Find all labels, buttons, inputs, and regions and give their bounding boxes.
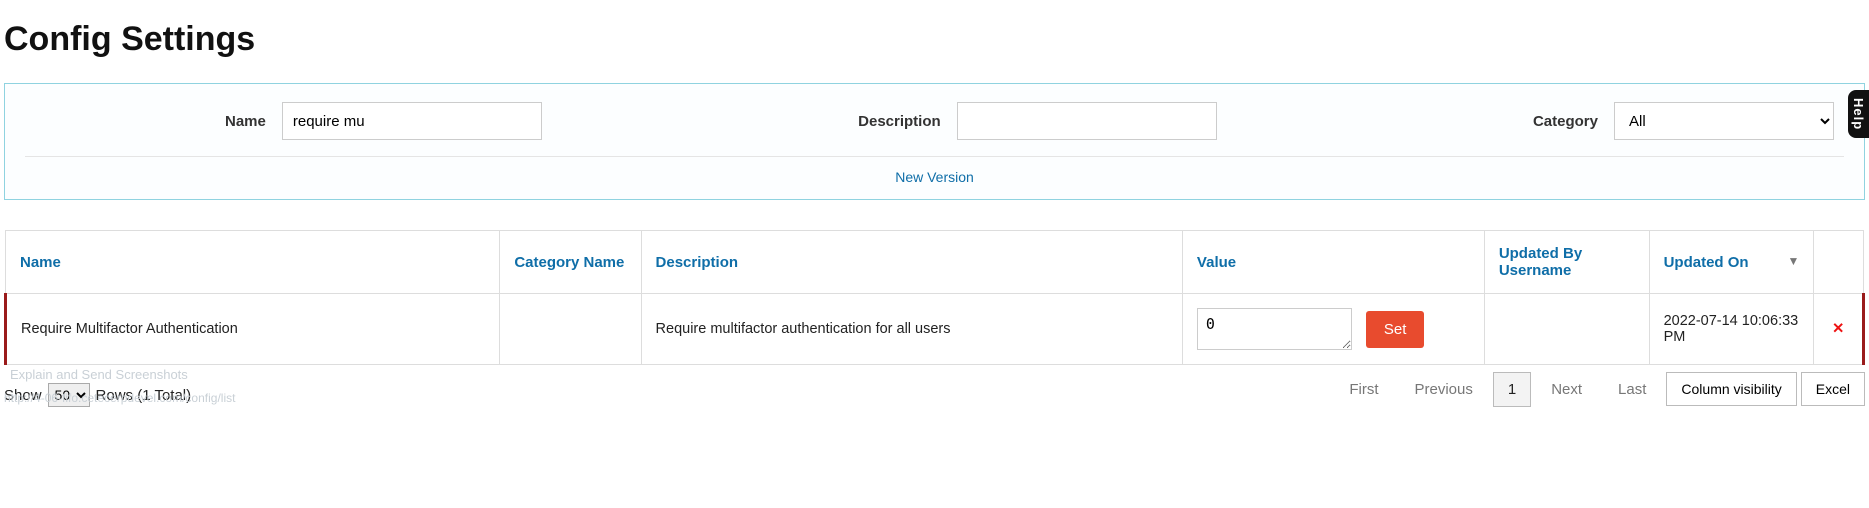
description-filter-input[interactable] <box>957 102 1217 140</box>
col-header-updated-on[interactable]: Updated On ▼ <box>1649 231 1814 294</box>
pager-next[interactable]: Next <box>1535 373 1598 406</box>
filter-panel: Name Description Category All New Versio… <box>4 83 1865 200</box>
config-table: Name Category Name Description Value Upd… <box>4 230 1865 365</box>
delete-row-button[interactable]: ✕ <box>1814 294 1864 365</box>
table-footer: Explain and Send Screenshots http://4-06… <box>4 371 1865 407</box>
pager-and-tools: First Previous 1 Next Last Column visibi… <box>1333 372 1865 407</box>
filter-row: Name Description Category All <box>25 102 1844 157</box>
new-version-link[interactable]: New Version <box>895 169 974 185</box>
cell-name: Require Multifactor Authentication <box>6 294 500 365</box>
name-filter-label: Name <box>225 113 266 130</box>
description-filter-label: Description <box>858 113 941 130</box>
ghost-screenshot-text: Explain and Send Screenshots <box>10 367 188 382</box>
sort-desc-icon: ▼ <box>1787 254 1799 268</box>
pager-first[interactable]: First <box>1333 373 1394 406</box>
value-input[interactable]: 0 <box>1197 308 1352 350</box>
pager-current-page[interactable]: 1 <box>1493 372 1531 407</box>
col-header-updated-on-label: Updated On <box>1664 254 1749 271</box>
cell-category-name <box>500 294 641 365</box>
category-filter-label: Category <box>1533 113 1598 130</box>
col-header-updated-by[interactable]: Updated By Username <box>1484 231 1649 294</box>
category-filter-select[interactable]: All <box>1614 102 1834 140</box>
col-header-actions <box>1814 231 1864 294</box>
table-row: Require Multifactor Authentication Requi… <box>6 294 1864 365</box>
pager-previous[interactable]: Previous <box>1399 373 1489 406</box>
excel-export-button[interactable]: Excel <box>1801 372 1865 406</box>
name-filter-input[interactable] <box>282 102 542 140</box>
page-title: Config Settings <box>4 20 1865 59</box>
set-button[interactable]: Set <box>1366 311 1425 348</box>
pager-last[interactable]: Last <box>1602 373 1662 406</box>
help-tab[interactable]: Help <box>1848 90 1869 138</box>
cell-value: 0 Set <box>1182 294 1484 365</box>
col-header-name[interactable]: Name <box>6 231 500 294</box>
col-header-value[interactable]: Value <box>1182 231 1484 294</box>
column-visibility-button[interactable]: Column visibility <box>1666 372 1796 406</box>
cell-description: Require multifactor authentication for a… <box>641 294 1182 365</box>
col-header-description[interactable]: Description <box>641 231 1182 294</box>
cell-updated-on: 2022-07-14 10:06:33 PM <box>1649 294 1814 365</box>
ghost-url-text: http://4-06-fifo.cetecerpdevel.com/confi… <box>4 391 235 405</box>
col-header-category-name[interactable]: Category Name <box>500 231 641 294</box>
cell-updated-by <box>1484 294 1649 365</box>
